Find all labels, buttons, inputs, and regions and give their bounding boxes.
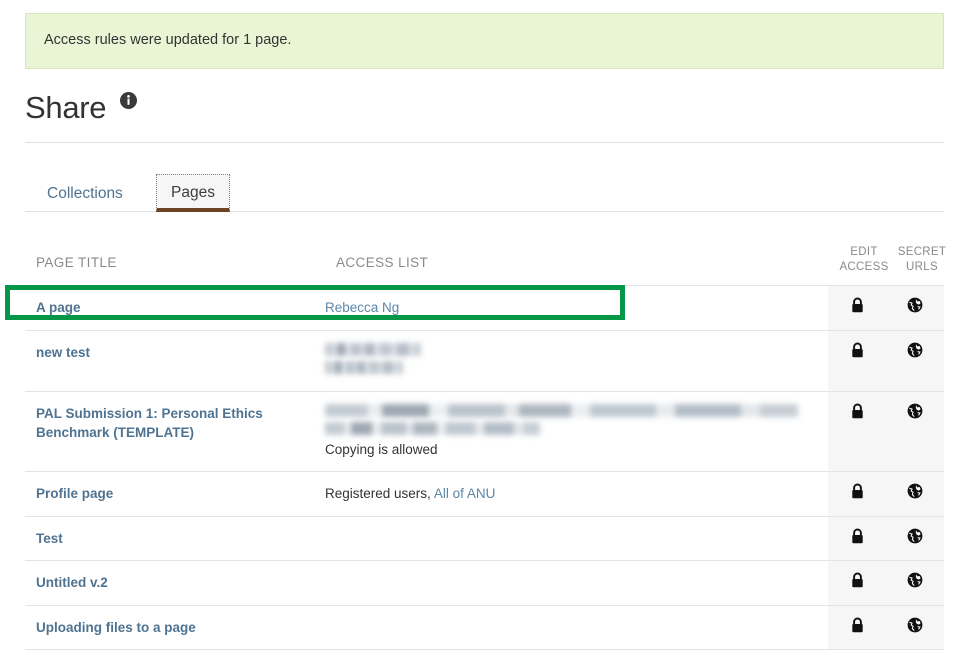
page-title-link[interactable]: Profile page	[25, 472, 325, 516]
table-body: A page Rebecca Ng new test PAL Submission 1…	[25, 285, 944, 650]
page-title-link[interactable]: Test	[25, 517, 325, 561]
globe-icon	[907, 572, 923, 588]
redacted-access-entry	[325, 360, 403, 374]
page-title-link[interactable]: new test	[25, 331, 325, 375]
column-header-edit-access-line2: ACCESS	[839, 261, 889, 274]
globe-icon	[907, 528, 923, 544]
page-title: Share	[25, 90, 107, 125]
secret-urls-globe-button[interactable]	[886, 516, 944, 561]
column-header-edit-access-line1: EDIT	[850, 246, 878, 258]
table-row: Untitled v.2	[25, 560, 944, 605]
access-list-cell	[325, 517, 828, 541]
lock-icon	[850, 483, 865, 499]
access-list-cell: Copying is allowed	[325, 392, 828, 472]
tab-collections[interactable]: Collections	[33, 176, 137, 213]
table-row: new test	[25, 329, 944, 391]
column-header-secret-urls: SECRET URLS	[893, 245, 951, 276]
column-header-secret-urls-line2: URLS	[906, 261, 938, 274]
globe-icon	[907, 483, 923, 499]
page-title-link[interactable]: Uploading files to a page	[25, 606, 325, 650]
lock-icon	[850, 617, 865, 633]
secret-urls-globe-button[interactable]	[886, 286, 944, 330]
copying-allowed-note: Copying is allowed	[325, 441, 438, 457]
edit-access-lock-button[interactable]	[828, 330, 886, 391]
table-header-row: PAGE TITLE ACCESS LIST EDIT ACCESS SECRE…	[25, 237, 946, 285]
lock-icon	[850, 342, 865, 358]
access-list-text: Registered users,	[325, 486, 434, 502]
redacted-access-entry	[325, 421, 540, 435]
share-tabs: Collections Pages	[25, 167, 944, 212]
lock-icon	[850, 403, 865, 419]
lock-icon	[850, 528, 865, 544]
table-row: Profile page Registered users, All of ANU	[25, 471, 944, 516]
redacted-access-entry	[325, 342, 421, 356]
edit-access-lock-button[interactable]	[828, 391, 886, 472]
table-row: PAL Submission 1: Personal Ethics Benchm…	[25, 390, 944, 472]
access-list-cell	[325, 331, 828, 391]
tab-pages[interactable]: Pages	[156, 173, 230, 212]
lock-icon	[850, 572, 865, 588]
access-list-cell: Rebecca Ng	[325, 286, 828, 330]
edit-access-lock-button[interactable]	[828, 561, 886, 605]
page-title-link[interactable]: A page	[25, 286, 325, 330]
pages-share-table: PAGE TITLE ACCESS LIST EDIT ACCESS SECRE…	[25, 237, 946, 650]
edit-access-lock-button[interactable]	[828, 605, 886, 650]
page-title-link[interactable]: Untitled v.2	[25, 561, 325, 605]
secret-urls-globe-button[interactable]	[886, 391, 944, 472]
secret-urls-globe-button[interactable]	[886, 330, 944, 391]
secret-urls-globe-button[interactable]	[886, 472, 944, 516]
globe-icon	[907, 297, 923, 313]
column-header-access-list: ACCESS LIST	[336, 255, 429, 270]
table-row: Uploading files to a page	[25, 604, 944, 650]
secret-urls-globe-button[interactable]	[886, 561, 944, 605]
access-list-link[interactable]: Rebecca Ng	[325, 300, 399, 315]
lock-icon	[850, 297, 865, 313]
alert-message: Access rules were updated for 1 page.	[44, 32, 292, 49]
access-list-cell	[325, 606, 828, 630]
access-list-cell: Registered users, All of ANU	[325, 472, 828, 516]
redacted-access-entry	[325, 403, 798, 417]
page-title-row: Share	[25, 90, 138, 125]
page-title-link[interactable]: PAL Submission 1: Personal Ethics Benchm…	[25, 392, 325, 455]
info-icon[interactable]	[120, 92, 138, 109]
column-header-secret-urls-line1: SECRET	[897, 246, 947, 258]
edit-access-lock-button[interactable]	[828, 286, 886, 330]
edit-access-lock-button[interactable]	[828, 516, 886, 561]
access-list-link[interactable]: All of ANU	[434, 486, 496, 501]
globe-icon	[907, 617, 923, 633]
title-divider	[25, 142, 944, 143]
globe-icon	[907, 403, 923, 419]
column-header-edit-access: EDIT ACCESS	[835, 245, 893, 276]
globe-icon	[907, 342, 923, 358]
access-list-cell	[325, 561, 828, 585]
table-row: A page Rebecca Ng	[25, 285, 944, 330]
edit-access-lock-button[interactable]	[828, 472, 886, 516]
column-header-page-title: PAGE TITLE	[36, 255, 117, 270]
table-row: Test	[25, 515, 944, 561]
access-rules-alert: Access rules were updated for 1 page.	[25, 13, 944, 69]
secret-urls-globe-button[interactable]	[886, 605, 944, 650]
